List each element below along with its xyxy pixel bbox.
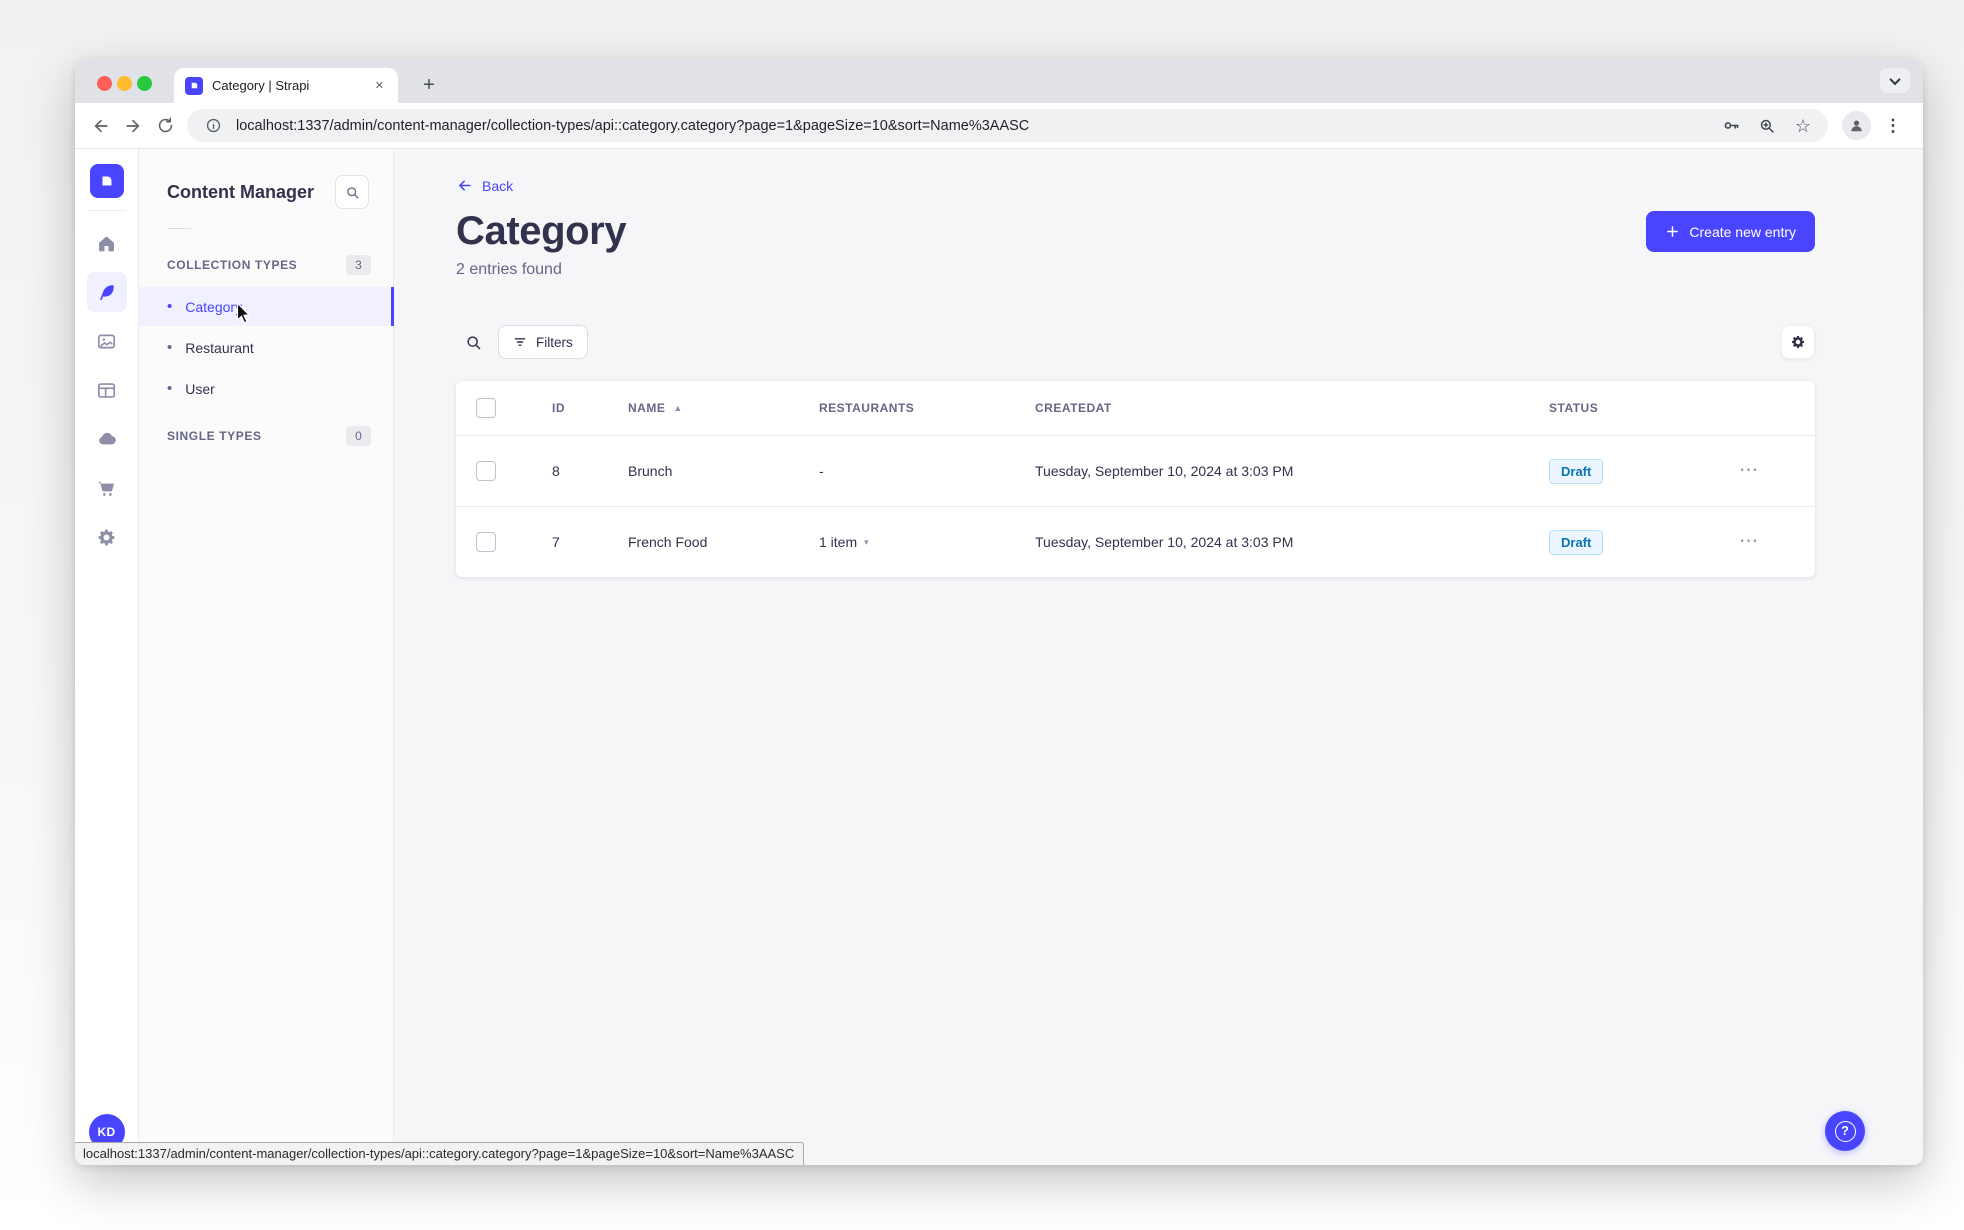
help-button[interactable]: ? (1825, 1111, 1865, 1151)
fullscreen-window-button[interactable] (137, 76, 152, 91)
row-checkbox[interactable] (476, 532, 496, 552)
filters-button[interactable]: Filters (498, 325, 588, 359)
column-header-name[interactable]: NAME ▲ (628, 401, 819, 415)
link-status-bar: localhost:1337/admin/content-manager/col… (75, 1142, 805, 1165)
subnav-title: Content Manager (167, 181, 315, 202)
caret-down-icon: ▾ (864, 536, 869, 547)
cell-restaurants[interactable]: 1 item ▾ (819, 534, 1035, 550)
table-row[interactable]: 7 French Food 1 item ▾ Tuesday, Septembe… (456, 506, 1815, 577)
collection-types-count-badge: 3 (346, 255, 371, 275)
bullet-icon: • (167, 380, 173, 397)
sort-asc-icon: ▲ (673, 403, 683, 413)
cell-id: 8 (552, 463, 560, 479)
cell-createdat: Tuesday, September 10, 2024 at 3:03 PM (1035, 463, 1294, 479)
main-nav-rail: KD (75, 149, 139, 1165)
row-checkbox[interactable] (476, 461, 496, 481)
create-new-entry-button[interactable]: Create new entry (1646, 211, 1815, 252)
tab-strip: Category | Strapi ✕ + (75, 59, 1923, 103)
subnav-item-label: Restaurant (185, 339, 254, 356)
entries-table: ID NAME ▲ RESTAURANTS CREATEDAT STATUS 8… (456, 381, 1815, 577)
content-manager-subnav: Content Manager COLLECTION TYPES 3 • Cat… (139, 149, 394, 1165)
subnav-divider (167, 228, 191, 229)
media-library-icon[interactable] (87, 321, 127, 361)
arrow-left-icon (459, 180, 471, 191)
strapi-app: KD Content Manager COLLECTION TYPES 3 • … (75, 149, 1923, 1165)
tab-search-button[interactable] (1880, 68, 1910, 93)
cell-id: 7 (552, 534, 560, 550)
browser-menu-icon[interactable]: ⋮ (1877, 110, 1909, 142)
subnav-item-label: User (185, 380, 215, 397)
tab-title: Category | Strapi (212, 78, 310, 93)
cell-name: Brunch (628, 463, 673, 479)
content-manager-feather-icon[interactable] (86, 272, 127, 312)
url-bar[interactable]: localhost:1337/admin/content-manager/col… (187, 109, 1828, 142)
reload-button[interactable] (149, 110, 181, 142)
subnav-item-label: Category (185, 298, 243, 315)
plus-icon (1667, 226, 1679, 237)
cloud-icon[interactable] (87, 419, 127, 459)
column-header-createdat: CREATEDAT (1035, 401, 1112, 415)
status-badge: Draft (1549, 458, 1604, 484)
bullet-icon: • (167, 298, 173, 315)
subnav-item-category[interactable]: • Category (139, 287, 394, 326)
table-row[interactable]: 8 Brunch - Tuesday, September 10, 2024 a… (456, 435, 1815, 506)
rail-divider (87, 210, 126, 211)
status-badge: Draft (1549, 529, 1604, 555)
browser-toolbar: localhost:1337/admin/content-manager/col… (75, 103, 1923, 149)
forward-nav-button[interactable] (117, 110, 149, 142)
bookmark-star-icon[interactable]: ☆ (1790, 113, 1816, 139)
main-content: Back Category Create new entry 2 entries… (394, 149, 1923, 1165)
table-header-row: ID NAME ▲ RESTAURANTS CREATEDAT STATUS (456, 381, 1815, 435)
minimize-window-button[interactable] (117, 76, 132, 91)
cell-createdat: Tuesday, September 10, 2024 at 3:03 PM (1035, 534, 1294, 550)
browser-profile-avatar[interactable] (1842, 111, 1871, 140)
chevron-down-icon (1889, 73, 1901, 85)
settings-gear-icon[interactable] (87, 517, 127, 557)
browser-tab[interactable]: Category | Strapi ✕ (174, 68, 398, 103)
bullet-icon: • (167, 339, 173, 356)
zoom-page-icon[interactable] (1754, 113, 1780, 139)
content-type-builder-icon[interactable] (87, 370, 127, 410)
subnav-item-user[interactable]: • User (139, 369, 393, 408)
column-header-restaurants: RESTAURANTS (819, 401, 915, 415)
password-manager-icon[interactable] (1718, 113, 1744, 139)
page-info-icon[interactable] (200, 113, 226, 139)
browser-window: Category | Strapi ✕ + localhost:1337/adm… (75, 59, 1923, 1165)
marketplace-cart-icon[interactable] (87, 468, 127, 508)
back-nav-button[interactable] (85, 110, 117, 142)
home-icon[interactable] (87, 223, 127, 263)
tab-close-icon[interactable]: ✕ (371, 77, 388, 94)
back-label: Back (482, 177, 514, 194)
strapi-favicon-icon (185, 76, 203, 95)
entries-count: 2 entries found (456, 261, 562, 278)
collection-types-label: COLLECTION TYPES (167, 258, 298, 272)
subnav-item-restaurant[interactable]: • Restaurant (139, 328, 393, 367)
url-text[interactable]: localhost:1337/admin/content-manager/col… (236, 118, 1708, 134)
cell-name: French Food (628, 534, 708, 550)
page-title: Category (456, 209, 627, 253)
single-types-count-badge: 0 (346, 426, 371, 446)
view-settings-gear-icon[interactable] (1781, 325, 1815, 359)
mouse-cursor (235, 302, 252, 325)
question-mark-icon: ? (1834, 1120, 1856, 1142)
back-link[interactable]: Back (456, 177, 513, 194)
cell-restaurants: - (819, 463, 824, 479)
new-tab-button[interactable]: + (416, 72, 442, 98)
subnav-search-button[interactable] (335, 175, 369, 209)
select-all-checkbox[interactable] (476, 398, 496, 418)
single-types-label: SINGLE TYPES (167, 429, 262, 443)
close-window-button[interactable] (97, 76, 112, 91)
column-header-status: STATUS (1549, 401, 1599, 415)
filter-icon (514, 338, 526, 346)
search-icon[interactable] (456, 325, 490, 359)
strapi-logo[interactable] (89, 164, 124, 198)
column-header-id: ID (552, 401, 565, 415)
traffic-lights (97, 76, 152, 91)
